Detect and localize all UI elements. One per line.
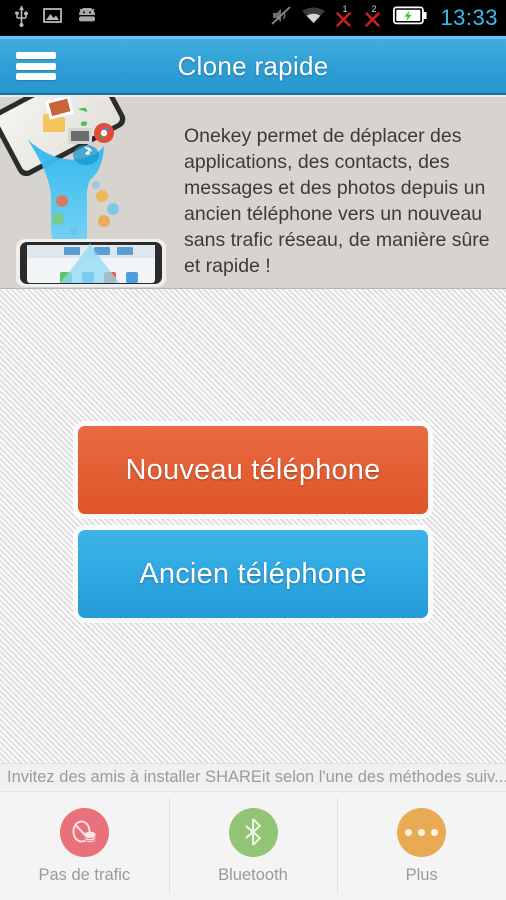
bottom-item-no-traffic[interactable]: Pas de trafic xyxy=(0,792,169,900)
action-buttons-group: Nouveau téléphone Ancien téléphone xyxy=(78,426,428,618)
image-icon xyxy=(43,7,62,29)
intro-banner: Onekey permet de déplacer des applicatio… xyxy=(0,97,506,289)
old-phone-button[interactable]: Ancien téléphone xyxy=(78,530,428,618)
bottom-item-more[interactable]: Plus xyxy=(337,792,506,900)
dot-2 xyxy=(418,828,426,836)
main-content-area: Nouveau téléphone Ancien téléphone xyxy=(0,289,506,763)
more-dots-icon xyxy=(397,807,447,857)
sim2-no-signal-icon: 2 xyxy=(364,4,384,33)
bottom-item-bluetooth[interactable]: Bluetooth xyxy=(168,792,338,900)
phone-transfer-illustration xyxy=(0,97,166,287)
sim1-cross-icon xyxy=(335,11,352,33)
hamburger-bar-2 xyxy=(16,62,56,70)
mute-icon xyxy=(270,5,292,31)
app-title-bar: Clone rapide xyxy=(0,39,506,95)
invite-hint-text: Invitez des amis à installer SHAREit sel… xyxy=(0,763,506,791)
intro-description: Onekey permet de déplacer des applicatio… xyxy=(184,125,490,277)
sim1-no-signal-icon: 1 xyxy=(335,4,355,33)
bottom-item-label: Pas de trafic xyxy=(38,865,131,884)
usb-icon xyxy=(14,5,29,32)
android-icon xyxy=(76,6,98,29)
wifi-icon xyxy=(301,6,326,30)
bluetooth-icon xyxy=(228,807,278,857)
bottom-item-label: Plus xyxy=(405,865,438,884)
dots-group xyxy=(405,828,439,836)
hamburger-bar-1 xyxy=(16,52,56,59)
dot-3 xyxy=(431,828,439,836)
clock-time: 13:33 xyxy=(440,5,498,30)
page-title: Clone rapide xyxy=(177,50,329,81)
status-bar-left-icons xyxy=(14,5,98,32)
battery-charging-icon xyxy=(393,6,428,30)
bottom-item-label: Bluetooth xyxy=(218,865,288,884)
hamburger-menu-icon[interactable] xyxy=(14,49,58,83)
status-bar-right-icons: 1 2 13:33 xyxy=(270,4,498,33)
bottom-share-bar: Pas de trafic Bluetooth Plus xyxy=(0,791,506,900)
dot-1 xyxy=(405,828,413,836)
hamburger-bar-3 xyxy=(16,73,56,80)
status-bar[interactable]: 1 2 13:33 xyxy=(0,0,506,36)
new-phone-button[interactable]: Nouveau téléphone xyxy=(78,426,428,514)
sim2-cross-icon xyxy=(364,11,381,33)
no-data-traffic-icon xyxy=(59,807,109,857)
